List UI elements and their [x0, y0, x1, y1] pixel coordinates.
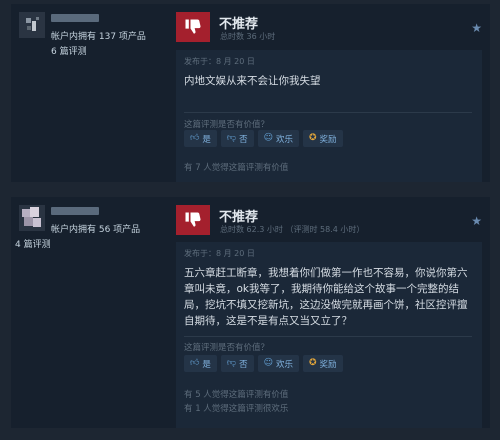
posted-date: 发布于：8 月 20 日	[184, 249, 255, 258]
vote-buttons: 👍︎ 是 👎︎ 否 ☺ 欢乐 ✪ 奖励	[184, 355, 343, 372]
vote-no-label: 否	[239, 359, 248, 370]
thumbs-down-icon	[176, 12, 210, 42]
review-card: 帐户内拥有 56 项产品 4 篇评测 不推荐 总时数 62.3 小时 （评测时 …	[11, 197, 490, 428]
thumbs-up-icon: 👍︎	[190, 133, 200, 143]
playtime-hours: 总时数 36 小时	[220, 32, 276, 41]
star-icon[interactable]: ★	[471, 21, 482, 35]
posted-date: 发布于：8 月 20 日	[184, 57, 255, 66]
review-text: 五六章赶工断章，我想着你们做第一作也不容易，你说你第六章叫未竟，ok我等了，我期…	[184, 267, 468, 327]
author-products-count[interactable]: 帐户内拥有 56 项产品	[51, 222, 140, 235]
vote-yes-button[interactable]: 👍︎ 是	[184, 130, 217, 147]
author-reviews-count[interactable]: 6 篇评测	[51, 44, 87, 57]
award-icon: ✪	[308, 133, 317, 143]
funny-count: 有 1 人觉得这篇评测很欢乐	[184, 404, 289, 414]
author-name-redacted[interactable]	[51, 207, 99, 215]
award-icon: ✪	[308, 358, 317, 368]
divider	[184, 336, 472, 337]
smiley-icon: ☺	[263, 133, 273, 143]
review-text: 内地文娱从来不会让你我失望	[184, 75, 321, 87]
author-reviews-count[interactable]: 4 篇评测	[15, 237, 51, 250]
helpful-question: 这篇评测是否有价值？	[184, 343, 270, 353]
review-card: 帐户内拥有 137 项产品 6 篇评测 不推荐 总时数 36 小时 ★ 发布于：…	[11, 4, 490, 182]
avatar[interactable]	[19, 12, 45, 38]
vote-funny-label: 欢乐	[275, 359, 293, 370]
vote-yes-button[interactable]: 👍︎ 是	[184, 355, 217, 372]
review-content: 发布于：8 月 20 日 内地文娱从来不会让你我失望 这篇评测是否有价值？ 👍︎…	[176, 50, 482, 182]
vote-funny-label: 欢乐	[275, 134, 293, 145]
thumbs-down-icon-glyph	[185, 19, 201, 34]
thumbs-down-icon	[176, 205, 210, 235]
vote-no-button[interactable]: 👎︎ 否	[220, 355, 254, 372]
helpful-count: 有 7 人觉得这篇评测有价值	[184, 163, 289, 173]
thumbs-down-icon-glyph	[185, 212, 201, 227]
thumbs-up-icon: 👍︎	[190, 358, 200, 368]
divider	[184, 112, 472, 113]
vote-funny-button[interactable]: ☺ 欢乐	[257, 355, 299, 372]
award-button[interactable]: ✪ 奖励	[302, 355, 343, 372]
smiley-icon: ☺	[263, 358, 273, 368]
award-label: 奖励	[319, 359, 337, 370]
vote-yes-label: 是	[202, 134, 211, 145]
helpful-count: 有 5 人觉得这篇评测有价值	[184, 390, 289, 400]
vote-no-button[interactable]: 👎︎ 否	[220, 130, 254, 147]
award-button[interactable]: ✪ 奖励	[302, 130, 343, 147]
vote-yes-label: 是	[202, 359, 211, 370]
thumbs-down-icon: 👎︎	[226, 358, 237, 368]
vote-no-label: 否	[239, 134, 248, 145]
playtime-hours: 总时数 62.3 小时 （评测时 58.4 小时）	[220, 225, 365, 234]
verdict-title[interactable]: 不推荐	[219, 13, 258, 32]
review-content: 发布于：8 月 20 日 五六章赶工断章，我想着你们做第一作也不容易，你说你第六…	[176, 242, 482, 428]
vote-buttons: 👍︎ 是 👎︎ 否 ☺ 欢乐 ✪ 奖励	[184, 130, 343, 147]
author-name-redacted[interactable]	[51, 14, 99, 22]
avatar[interactable]	[19, 205, 45, 231]
helpful-question: 这篇评测是否有价值？	[184, 120, 270, 130]
thumbs-down-icon: 👎︎	[226, 133, 237, 143]
verdict-title[interactable]: 不推荐	[219, 206, 258, 225]
award-label: 奖励	[319, 134, 337, 145]
author-products-count[interactable]: 帐户内拥有 137 项产品	[51, 29, 146, 42]
star-icon[interactable]: ★	[471, 214, 482, 228]
vote-funny-button[interactable]: ☺ 欢乐	[257, 130, 299, 147]
